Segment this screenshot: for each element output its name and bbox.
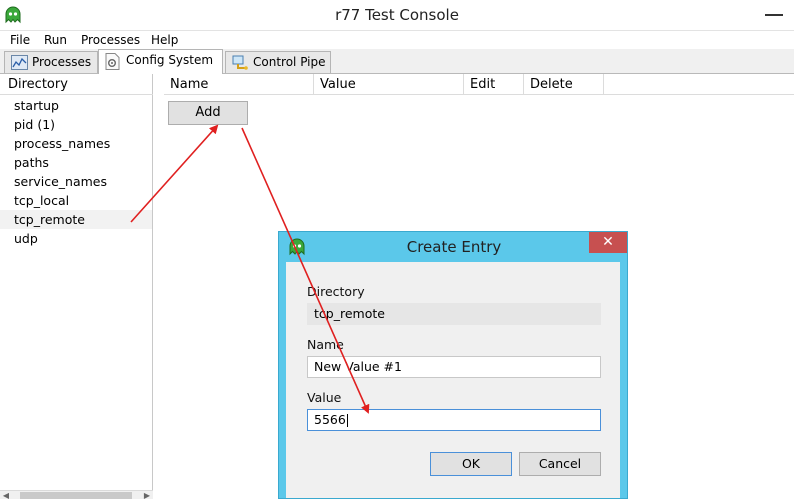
directory-column-header[interactable]: Directory (0, 74, 153, 95)
title-bar: r77 Test Console (0, 0, 794, 31)
menu-file[interactable]: File (10, 31, 30, 49)
entries-grid-header: Name Value Edit Delete (164, 74, 794, 95)
scrollbar-thumb[interactable] (20, 492, 132, 499)
close-icon: ✕ (602, 234, 614, 250)
list-item[interactable]: process_names (0, 134, 152, 153)
cancel-button[interactable]: Cancel (519, 452, 601, 476)
create-entry-dialog: Create Entry ✕ Directory tcp_remote Name… (278, 231, 628, 499)
list-item[interactable]: udp (0, 229, 152, 248)
menu-run[interactable]: Run (44, 31, 67, 49)
close-button[interactable]: ✕ (589, 232, 627, 253)
ghost-app-icon (4, 6, 22, 24)
network-pipe-icon (232, 55, 248, 70)
ghost-app-icon (288, 238, 306, 256)
list-item[interactable]: pid (1) (0, 115, 152, 134)
minimize-icon (765, 14, 783, 16)
value-text: 5566 (314, 412, 346, 427)
value-input[interactable]: 5566 (307, 409, 601, 431)
tab-control-pipe[interactable]: Control Pipe (225, 51, 331, 73)
name-input[interactable]: New Value #1 (307, 356, 601, 378)
directory-list[interactable]: Directory startup pid (1) process_names … (0, 74, 153, 499)
menu-bar: File Run Processes Help (0, 31, 794, 49)
tab-label: Config System (126, 53, 214, 67)
gear-document-icon (105, 53, 120, 70)
directory-field: tcp_remote (307, 303, 601, 325)
tab-config-system[interactable]: Config System (98, 49, 223, 74)
column-delete[interactable]: Delete (524, 74, 604, 95)
minimize-button[interactable] (756, 0, 794, 31)
column-value[interactable]: Value (314, 74, 464, 95)
horizontal-scrollbar[interactable]: ◀ ▶ (0, 490, 153, 500)
ok-button[interactable]: OK (430, 452, 512, 476)
directory-label: Directory (307, 284, 365, 299)
list-item[interactable]: service_names (0, 172, 152, 191)
list-item[interactable]: tcp_local (0, 191, 152, 210)
column-name[interactable]: Name (164, 74, 314, 95)
dialog-body: Directory tcp_remote Name New Value #1 V… (286, 262, 620, 498)
name-label: Name (307, 337, 344, 352)
tab-processes[interactable]: Processes (4, 51, 98, 73)
value-label: Value (307, 390, 342, 405)
chart-icon (11, 55, 28, 70)
list-item-selected[interactable]: tcp_remote (0, 210, 152, 229)
menu-processes[interactable]: Processes (81, 31, 140, 49)
dialog-title: Create Entry (406, 238, 502, 256)
add-button[interactable]: Add (168, 101, 248, 125)
list-item[interactable]: paths (0, 153, 152, 172)
menu-help[interactable]: Help (151, 31, 178, 49)
list-item[interactable]: startup (0, 96, 152, 115)
tab-label: Control Pipe (253, 55, 326, 69)
tab-label: Processes (32, 55, 92, 69)
text-caret (346, 414, 348, 427)
column-edit[interactable]: Edit (464, 74, 524, 95)
tab-strip: Processes Config System Control Pipe (0, 49, 794, 74)
window-title: r77 Test Console (335, 6, 459, 24)
